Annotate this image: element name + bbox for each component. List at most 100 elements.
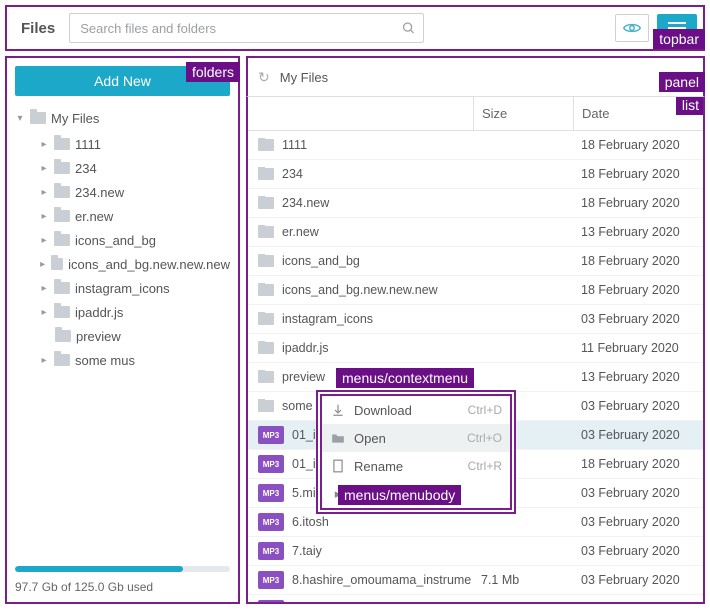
table-row[interactable]: preview13 February 2020 <box>248 363 703 392</box>
folder-icon <box>30 112 46 124</box>
file-name: 6.itosh <box>292 515 329 529</box>
search-wrap <box>69 13 424 43</box>
file-list: list Size Date 1111 18 February 2020 234 18… <box>246 96 705 604</box>
cell-date: 13 February 2020 <box>573 225 703 239</box>
folder-icon <box>54 210 70 222</box>
context-item-rename[interactable]: Rename Ctrl+R <box>322 452 510 480</box>
cell-name: 234 <box>248 167 473 181</box>
table-row[interactable]: 234.new 18 February 2020 <box>248 189 703 218</box>
tree-label: 234 <box>75 161 97 176</box>
tree-root[interactable]: ▾ My Files <box>15 106 230 130</box>
table-row[interactable]: MP38.hashire_omoumama_instrume7.1 Mb03 F… <box>248 566 703 595</box>
table-row[interactable]: instagram_icons03 February 2020 <box>248 305 703 334</box>
download-icon <box>330 403 346 417</box>
tree-item[interactable]: preview <box>15 324 230 348</box>
file-name: 9.growing_up_instrumental.mp3 <box>292 602 470 604</box>
chevron-right-icon: ▸ <box>39 139 49 150</box>
chevron-right-icon: ▸ <box>39 235 49 246</box>
cell-date: 03 February 2020 <box>573 544 703 558</box>
cell-date: 18 February 2020 <box>573 283 703 297</box>
cell-date: 03 February 2020 <box>573 573 703 587</box>
shortcut-label: Ctrl+O <box>467 431 502 445</box>
chevron-right-icon: ▸ <box>39 163 49 174</box>
context-menu-body: DownloadCtrl+DOpenCtrl+ORenameCtrl+R▸men… <box>320 394 512 510</box>
cell-date: 18 February 2020 <box>573 138 703 152</box>
rename-icon <box>330 459 346 473</box>
file-name: 8.hashire_omoumama_instrume <box>292 573 471 587</box>
context-item-open[interactable]: Open Ctrl+O <box>322 424 510 452</box>
column-size[interactable]: Size <box>473 97 573 130</box>
cell-size: 7.4 Mb <box>473 602 573 604</box>
chevron-right-icon: ▸ <box>39 259 46 270</box>
cell-name: MP38.hashire_omoumama_instrume <box>248 571 473 589</box>
file-name: 234 <box>282 167 303 181</box>
cell-name: er.new <box>248 225 473 239</box>
table-row[interactable]: icons_and_bg18 February 2020 <box>248 247 703 276</box>
cell-name: MP39.growing_up_instrumental.mp3 <box>248 600 473 604</box>
tree-item[interactable]: ▸instagram_icons <box>15 276 230 300</box>
folders-sidebar: Add New folders ▾ My Files ▸1111▸234▸234… <box>5 56 240 604</box>
folder-icon <box>55 330 71 342</box>
refresh-icon[interactable]: ↻ <box>258 69 270 86</box>
annotation-tag: menus/contextmenu <box>336 368 474 388</box>
cell-name: ipaddr.js <box>248 341 473 355</box>
tree-item[interactable]: ▸ 234.new <box>15 180 230 204</box>
tree-item[interactable]: ▸icons_and_bg.new.new.new <box>15 252 230 276</box>
file-name: 234.new <box>282 196 329 210</box>
breadcrumb[interactable]: My Files <box>280 70 328 85</box>
cell-name: MP37.taiy <box>248 542 473 560</box>
tree-label: 1111 <box>75 137 101 152</box>
tree-item[interactable]: ▸some mus <box>15 348 230 372</box>
tree-item[interactable]: ▸ er.new <box>15 204 230 228</box>
tree-label: icons_and_bg <box>75 233 156 248</box>
cell-date: 13 February 2020 <box>573 370 703 384</box>
context-menu-wrap: menus/contextmenu DownloadCtrl+DOpenCtrl… <box>316 390 516 514</box>
chevron-right-icon: ▸ <box>39 187 49 198</box>
cell-date: 03 February 2020 <box>573 428 703 442</box>
storage-bar <box>15 566 230 572</box>
storage-fill <box>15 566 183 572</box>
search-input[interactable] <box>69 13 424 43</box>
cell-date: 18 February 2020 <box>573 167 703 181</box>
context-item-label: Open <box>354 431 386 446</box>
table-row[interactable]: MP39.growing_up_instrumental.mp37.4 Mb03… <box>248 595 703 604</box>
tree-label: er.new <box>75 209 113 224</box>
tree-item[interactable]: ▸ icons_and_bg <box>15 228 230 252</box>
table-row[interactable]: er.new 13 February 2020 <box>248 218 703 247</box>
mp3-icon: MP3 <box>258 426 284 444</box>
search-icon[interactable] <box>401 21 416 36</box>
cell-date: 18 February 2020 <box>573 196 703 210</box>
context-item-label: Download <box>354 403 412 418</box>
column-headers: Size Date <box>248 97 703 131</box>
folder-icon <box>258 342 274 354</box>
folder-icon <box>54 306 70 318</box>
context-item-label: Rename <box>354 459 403 474</box>
context-item-download[interactable]: Download Ctrl+D <box>322 396 510 424</box>
panel-header: ↻ My Files <box>248 58 703 96</box>
file-name: 1111 <box>282 138 307 152</box>
folder-icon <box>258 255 274 267</box>
shortcut-label: Ctrl+R <box>468 459 502 473</box>
table-row[interactable]: icons_and_bg.new.new.new18 February 2020 <box>248 276 703 305</box>
table-row[interactable]: MP37.taiy 03 February 2020 <box>248 537 703 566</box>
tree-item[interactable]: ▸ 1111 <box>15 132 230 156</box>
preview-toggle-button[interactable] <box>615 14 649 42</box>
tree-label: 234.new <box>75 185 124 200</box>
table-row[interactable]: ipaddr.js11 February 2020 <box>248 334 703 363</box>
table-row[interactable]: 1111 18 February 2020 <box>248 131 703 160</box>
folder-icon <box>258 226 274 238</box>
shortcut-label: Ctrl+D <box>468 403 502 417</box>
tree-item[interactable]: ▸ipaddr.js <box>15 300 230 324</box>
file-name: 7.taiy <box>292 544 322 558</box>
mp3-icon: MP3 <box>258 455 284 473</box>
folder-icon <box>54 162 70 174</box>
folder-icon <box>258 400 274 412</box>
annotation-tag: topbar <box>653 29 705 49</box>
table-row[interactable]: 234 18 February 2020 <box>248 160 703 189</box>
folder-icon <box>258 139 274 151</box>
chevron-right-icon: ▸ <box>39 283 49 294</box>
tree-item[interactable]: ▸ 234 <box>15 156 230 180</box>
file-name: ipaddr.js <box>282 341 329 355</box>
chevron-right-icon: ▸ <box>39 211 49 222</box>
annotation-tag: list <box>676 96 705 115</box>
